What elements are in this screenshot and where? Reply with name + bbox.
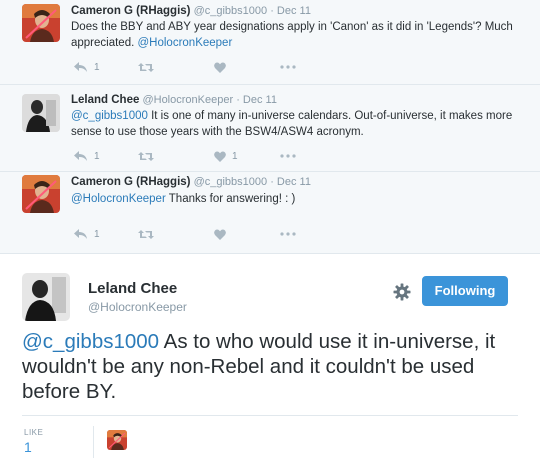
user-handle[interactable]: @c_gibbs1000 bbox=[194, 5, 268, 17]
more-button[interactable] bbox=[280, 60, 296, 74]
heart-icon bbox=[214, 61, 226, 73]
like-button[interactable] bbox=[214, 60, 226, 74]
avatar[interactable] bbox=[22, 175, 60, 213]
retweet-icon bbox=[138, 151, 154, 161]
user-handle[interactable]: @HolocronKeeper bbox=[142, 94, 233, 106]
separator-dot: · bbox=[270, 5, 274, 17]
tweet-text: @c_gibbs1000 As to who would use it in-u… bbox=[22, 329, 522, 404]
tweet-header: Cameron G (RHaggis) @c_gibbs1000 · Dec 1… bbox=[71, 176, 311, 188]
retweet-button[interactable] bbox=[138, 60, 154, 74]
following-button[interactable]: Following bbox=[422, 276, 508, 306]
tweet-date[interactable]: Dec 11 bbox=[243, 94, 277, 106]
reply-count: 1 bbox=[94, 150, 100, 162]
heart-icon bbox=[214, 150, 226, 162]
display-name[interactable]: Cameron G (RHaggis) bbox=[71, 5, 191, 17]
conversation-thread: Cameron G (RHaggis) @c_gibbs1000 · Dec 1… bbox=[0, 0, 540, 254]
display-name[interactable]: Leland Chee bbox=[88, 280, 177, 297]
mention-link[interactable]: @HolocronKeeper bbox=[71, 193, 166, 205]
avatar[interactable] bbox=[22, 94, 60, 132]
thread-tweet[interactable]: Cameron G (RHaggis) @c_gibbs1000 · Dec 1… bbox=[0, 0, 540, 84]
user-handle[interactable]: @c_gibbs1000 bbox=[194, 176, 268, 188]
reply-button[interactable]: 1 bbox=[74, 60, 100, 74]
reply-button[interactable]: 1 bbox=[74, 149, 100, 163]
heart-icon bbox=[214, 228, 226, 240]
more-button[interactable] bbox=[280, 149, 296, 163]
retweet-button[interactable] bbox=[138, 149, 154, 163]
tweet-actions: 1 bbox=[74, 227, 314, 241]
gear-icon[interactable] bbox=[392, 282, 412, 302]
more-icon bbox=[280, 232, 296, 236]
like-button[interactable]: 1 bbox=[214, 149, 238, 163]
thread-tweet[interactable]: Cameron G (RHaggis) @c_gibbs1000 · Dec 1… bbox=[0, 171, 540, 254]
avatar[interactable] bbox=[22, 273, 70, 321]
more-icon bbox=[280, 65, 296, 69]
tweet-date[interactable]: Dec 11 bbox=[277, 176, 311, 188]
reply-icon bbox=[74, 228, 87, 239]
thread-tweet[interactable]: Leland Chee @HolocronKeeper · Dec 11 @c_… bbox=[0, 84, 540, 171]
retweet-button[interactable] bbox=[138, 227, 154, 241]
like-button[interactable] bbox=[214, 227, 226, 241]
reply-icon bbox=[74, 61, 87, 72]
mention-link[interactable]: @c_gibbs1000 bbox=[71, 110, 148, 122]
tweet-actions: 1 bbox=[74, 60, 314, 74]
user-handle[interactable]: @HolocronKeeper bbox=[88, 300, 187, 314]
retweet-icon bbox=[138, 62, 154, 72]
reply-button[interactable]: 1 bbox=[74, 227, 100, 241]
likes-count[interactable]: 1 bbox=[24, 439, 32, 455]
avatar[interactable] bbox=[22, 4, 60, 42]
more-button[interactable] bbox=[280, 227, 296, 241]
tweet-text-body: Thanks for answering! : ) bbox=[165, 193, 296, 205]
tweet-header: Leland Chee @HolocronKeeper · Dec 11 bbox=[71, 94, 277, 106]
tweet-header: Cameron G (RHaggis) @c_gibbs1000 · Dec 1… bbox=[71, 5, 311, 17]
tweet-actions: 1 1 bbox=[74, 149, 314, 163]
like-count: 1 bbox=[232, 150, 238, 162]
reply-icon bbox=[74, 150, 87, 161]
divider bbox=[22, 415, 518, 416]
liker-avatar[interactable] bbox=[107, 430, 127, 450]
separator-dot: · bbox=[270, 176, 274, 188]
tweet-text: @HolocronKeeper Thanks for answering! : … bbox=[71, 191, 531, 207]
tweet-date[interactable]: Dec 11 bbox=[277, 5, 311, 17]
permalink-tweet: Leland Chee @HolocronKeeper Following @c… bbox=[0, 254, 540, 469]
reply-count: 1 bbox=[94, 228, 100, 240]
more-icon bbox=[280, 154, 296, 158]
display-name[interactable]: Leland Chee bbox=[71, 94, 139, 106]
mention-link[interactable]: @HolocronKeeper bbox=[138, 37, 233, 49]
retweet-icon bbox=[138, 229, 154, 239]
tweet-text: Does the BBY and ABY year designations a… bbox=[71, 19, 531, 51]
divider bbox=[93, 426, 94, 458]
tweet-text: @c_gibbs1000 It is one of many in-univer… bbox=[71, 108, 531, 140]
mention-link[interactable]: @c_gibbs1000 bbox=[22, 330, 159, 353]
separator-dot: · bbox=[236, 94, 240, 106]
reply-count: 1 bbox=[94, 61, 100, 73]
display-name[interactable]: Cameron G (RHaggis) bbox=[71, 176, 191, 188]
likes-label: LIKE bbox=[24, 428, 44, 437]
